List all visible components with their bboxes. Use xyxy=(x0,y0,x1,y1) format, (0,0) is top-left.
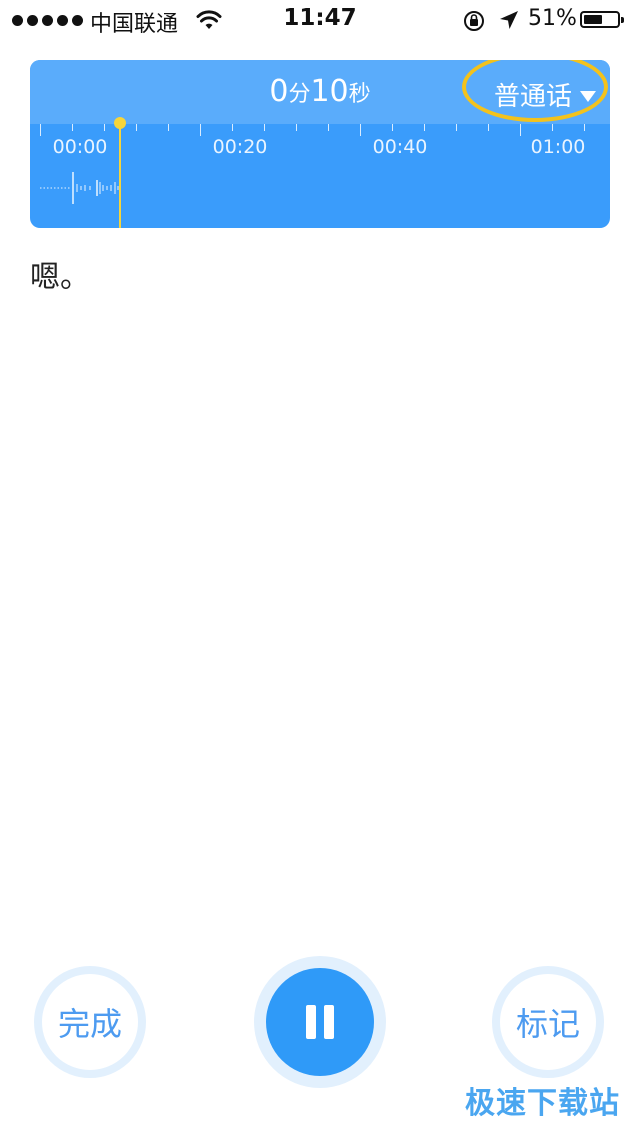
timeline-tick xyxy=(136,124,137,131)
duration-seconds: 10 xyxy=(310,74,349,109)
timeline-tick xyxy=(264,124,265,131)
status-bar: 中国联通 11:47 51% xyxy=(0,0,640,40)
playhead-line[interactable] xyxy=(119,122,121,228)
timeline-tick xyxy=(104,124,105,131)
timeline-tick xyxy=(200,124,201,136)
timeline-tick xyxy=(72,124,73,131)
watermark-text: 极速下载站 xyxy=(465,1086,620,1121)
timeline-tick xyxy=(360,124,361,136)
timeline-label: 00:20 xyxy=(212,136,268,158)
minutes-unit: 分 xyxy=(288,82,311,107)
duration-minutes: 0 xyxy=(269,74,289,109)
timeline-tick xyxy=(232,124,233,131)
timeline-tick xyxy=(424,124,425,131)
timeline-tick xyxy=(168,124,169,131)
timeline-tick xyxy=(328,124,329,131)
battery-percentage: 51% xyxy=(528,6,577,31)
mark-button[interactable]: 标记 xyxy=(492,966,604,1078)
done-button-label: 完成 xyxy=(57,1005,122,1043)
pause-icon xyxy=(306,1005,316,1039)
timeline-label: 00:00 xyxy=(52,136,108,158)
location-arrow-icon xyxy=(498,9,520,37)
rotation-lock-icon xyxy=(462,9,486,39)
waveform xyxy=(40,172,119,204)
timeline-label: 01:00 xyxy=(530,136,586,158)
seconds-unit: 秒 xyxy=(348,82,371,107)
timeline-tick xyxy=(488,124,489,131)
timeline-tick xyxy=(296,124,297,131)
timeline-tick xyxy=(40,124,41,136)
mark-button-label: 标记 xyxy=(515,1005,580,1043)
pause-button[interactable] xyxy=(266,968,374,1076)
timeline-tick xyxy=(584,124,585,131)
battery-icon xyxy=(580,11,624,28)
timeline-label: 00:40 xyxy=(372,136,428,158)
timeline-tick xyxy=(552,124,553,131)
playhead-handle[interactable] xyxy=(114,117,126,129)
done-button[interactable]: 完成 xyxy=(34,966,146,1078)
timeline-tick xyxy=(456,124,457,131)
pause-icon xyxy=(324,1005,334,1039)
transcript-text: 嗯。 xyxy=(30,260,90,295)
recorder-panel: 0分10秒 普通话 00:00 00:20 00:40 01:00 xyxy=(30,60,610,228)
timeline-tick xyxy=(520,124,521,136)
timeline-tick xyxy=(392,124,393,131)
